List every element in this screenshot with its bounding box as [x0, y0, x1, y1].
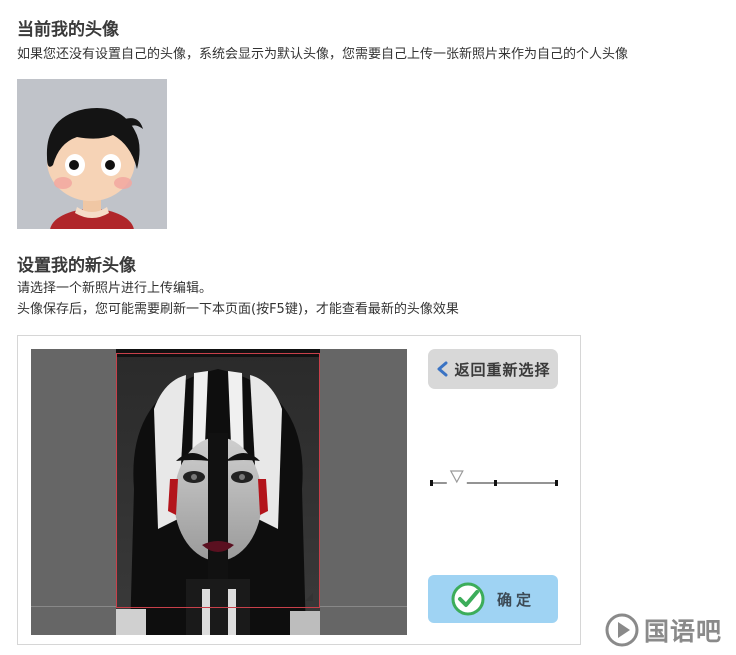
crop-resize-handle[interactable]: [305, 593, 313, 601]
new-avatar-title: 设置我的新头像: [17, 256, 136, 276]
avatar-settings-page: 当前我的头像 如果您还没有设置自己的头像，系统会显示为默认头像，您需要自己上传一…: [0, 0, 736, 655]
zoom-slider-thumb[interactable]: [446, 469, 467, 489]
default-avatar-icon: [17, 79, 167, 229]
new-avatar-instruction: 请选择一个新照片进行上传编辑。: [17, 281, 213, 296]
new-avatar-refresh-note: 头像保存后，您可能需要刷新一下本页面(按F5键)，才能查看最新的头像效果: [17, 302, 459, 317]
confirm-label: 确定: [496, 590, 535, 609]
back-reselect-label: 返回重新选择: [454, 360, 551, 379]
play-icon: [605, 613, 639, 647]
watermark-text: 国语吧: [644, 617, 723, 646]
confirm-button[interactable]: 确定: [428, 575, 558, 623]
back-reselect-button[interactable]: 返回重新选择: [428, 349, 558, 389]
crop-canvas[interactable]: [31, 349, 407, 635]
avatar-editor: 返回重新选择 确定: [17, 335, 581, 645]
current-avatar-image: [17, 79, 167, 229]
check-circle-icon: [451, 582, 485, 616]
zoom-slider[interactable]: [428, 469, 560, 493]
chevron-left-icon: [437, 361, 448, 377]
watermark-logo: 国语吧: [604, 611, 722, 649]
crop-selection-box[interactable]: [116, 353, 320, 608]
current-avatar-description: 如果您还没有设置自己的头像，系统会显示为默认头像，您需要自己上传一张新照片来作为…: [17, 47, 629, 62]
zoom-slider-track: [430, 469, 558, 489]
current-avatar-title: 当前我的头像: [17, 20, 119, 40]
